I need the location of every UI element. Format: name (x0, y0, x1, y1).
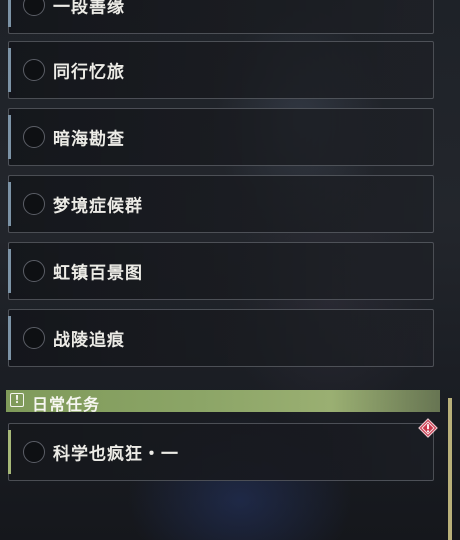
daily-quest-item[interactable]: 科学也疯狂・一 (8, 423, 434, 481)
quest-radio[interactable] (23, 0, 45, 16)
quest-item[interactable]: 一段善缘 (8, 0, 434, 34)
exclamation-icon: ! (10, 393, 24, 407)
quest-radio[interactable] (23, 193, 45, 215)
quest-label: 科学也疯狂・一 (53, 444, 179, 465)
quest-radio[interactable] (23, 327, 45, 349)
quest-radio[interactable] (23, 441, 45, 463)
quest-item[interactable]: 同行忆旅 (8, 41, 434, 99)
quest-label: 暗海勘查 (53, 129, 125, 150)
quest-radio[interactable] (23, 260, 45, 282)
alert-diamond-icon (418, 418, 438, 438)
quest-radio[interactable] (23, 126, 45, 148)
quest-label: 战陵追痕 (53, 330, 125, 351)
quest-item[interactable]: 梦境症候群 (8, 175, 434, 233)
quest-radio[interactable] (23, 59, 45, 81)
quest-label: 梦境症候群 (53, 196, 143, 217)
quest-list: 一段善缘 同行忆旅 暗海勘查 梦境症候群 虹镇百景图 战陵追痕 ! 日常任务 科… (0, 0, 460, 540)
quest-label: 虹镇百景图 (53, 263, 143, 284)
quest-item[interactable]: 虹镇百景图 (8, 242, 434, 300)
quest-item[interactable]: 战陵追痕 (8, 309, 434, 367)
quest-label: 同行忆旅 (53, 62, 125, 83)
scrollbar-thumb[interactable] (448, 398, 452, 540)
quest-label: 一段善缘 (53, 0, 125, 18)
daily-section-header[interactable]: ! 日常任务 (6, 390, 440, 414)
section-title: 日常任务 (32, 395, 101, 414)
quest-item[interactable]: 暗海勘查 (8, 108, 434, 166)
